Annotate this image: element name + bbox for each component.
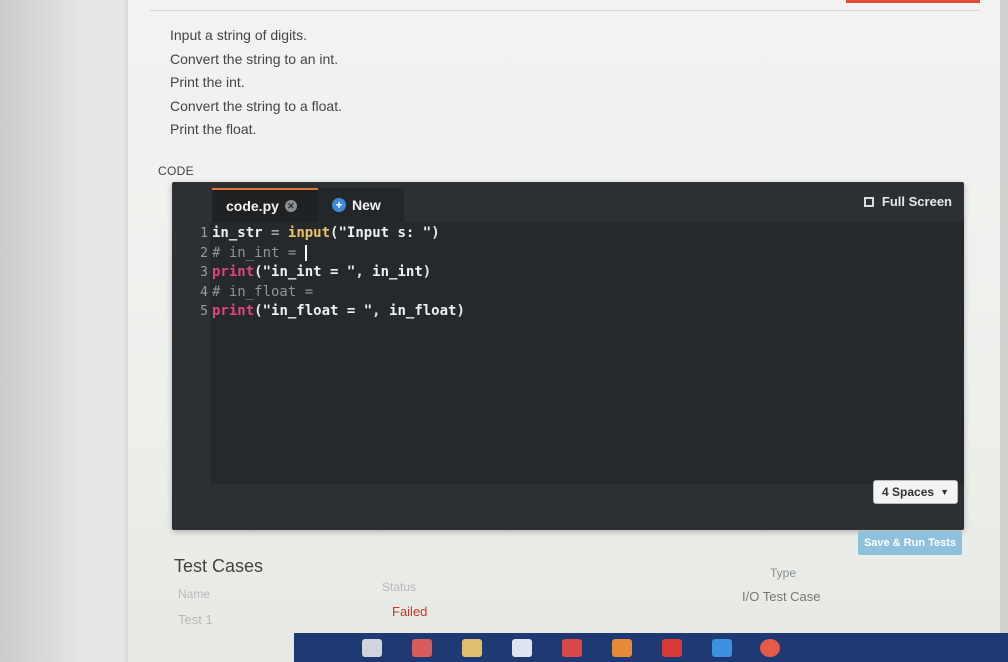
top-action-button-edge[interactable] [846,0,980,3]
tab-label: code.py [226,198,279,214]
column-header-type: Type [770,566,797,580]
column-header-status: Status [382,580,417,594]
fullscreen-label: Full Screen [881,194,952,209]
column-header-name: Name [178,587,211,601]
instruction-line: Input a string of digits. [170,27,307,43]
line-number-gutter: 1 2 3 4 5 [178,224,208,322]
close-icon[interactable]: ✕ [284,200,297,212]
folder-icon[interactable] [462,639,482,657]
dropbox-icon[interactable] [512,639,532,657]
text-cursor [304,244,307,261]
indent-select[interactable]: 4 Spaces ▼ [873,480,958,504]
save-run-tests-button[interactable]: Save & Run Tests [858,531,962,555]
fullscreen-button[interactable]: Full Screen [863,194,952,209]
instruction-line: Convert the string to an int. [170,50,339,67]
test-case-name[interactable]: Test 1 [178,612,213,627]
instructions: Input a string of digits. Convert the st… [170,26,342,144]
code-line[interactable]: in_str = input("Input s: ") [212,224,465,244]
line-number: 3 [200,265,208,280]
instruction-line: Print the float. [170,121,257,137]
app-icon[interactable] [562,639,582,657]
taskbar [294,633,1008,662]
code-section-label: CODE [158,164,194,178]
new-label: New [352,197,381,213]
code-editor: code.py ✕ + New Full Screen 1 2 3 4 5 in… [172,182,964,530]
code-line[interactable]: print("in_float = ", in_float) [212,302,465,322]
line-number: 4 [200,284,208,300]
code-line[interactable]: # in_float = [212,283,465,303]
divider [150,10,980,11]
chevron-down-icon: ▼ [940,487,949,497]
code-line[interactable]: print("in_int = ", in_int) [212,263,465,283]
chrome-icon[interactable] [760,639,780,657]
editor-tabbar: code.py ✕ + New [212,188,404,222]
fullscreen-icon [863,196,874,207]
indent-value: 4 Spaces [882,485,935,499]
line-number: 2 [200,245,208,261]
settings-icon[interactable] [362,639,382,657]
tab-code-py[interactable]: code.py ✕ [212,188,318,222]
code-line[interactable]: # in_int = [212,244,465,264]
test-case-status: Failed [392,604,428,619]
plus-circle-icon: + [332,198,346,212]
instruction-line: Convert the string to a float. [170,97,342,114]
new-file-button[interactable]: + New [318,188,404,222]
instruction-line: Print the int. [170,74,245,90]
edge-icon[interactable] [712,639,732,657]
code-lines[interactable]: in_str = input("Input s: ") # in_int = p… [212,224,465,322]
store-icon[interactable] [412,639,432,657]
test-cases-title: Test Cases [174,556,264,576]
line-number: 1 [200,226,208,241]
line-number: 5 [200,304,208,319]
ccleaner-icon[interactable] [662,639,682,657]
firefox-icon[interactable] [612,639,632,657]
test-case-type: I/O Test Case [742,589,821,604]
